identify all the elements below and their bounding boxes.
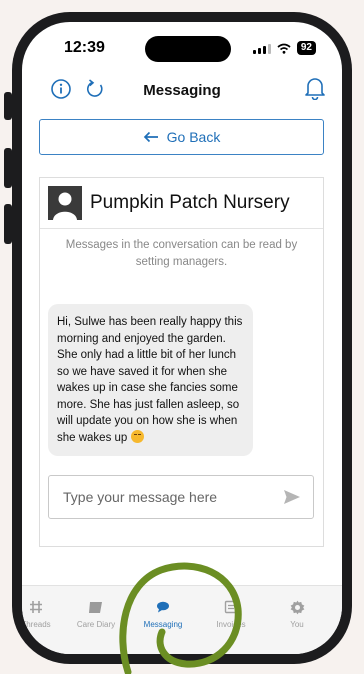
message-bubble: Hi, Sulwe has been really happy this mor… <box>48 304 253 456</box>
read-notice: Messages in the conversation can be read… <box>65 239 298 268</box>
message-composer <box>48 475 314 519</box>
status-time: 12:39 <box>64 39 105 56</box>
phone-side-button <box>4 92 12 120</box>
message-text: Hi, Sulwe has been really happy this mor… <box>57 316 243 444</box>
avatar <box>48 186 82 220</box>
page-title: Messaging <box>143 82 221 99</box>
conversation-card: Pumpkin Patch Nursery Messages in the co… <box>39 177 324 547</box>
phone-side-button <box>4 148 12 188</box>
status-icons: 92 <box>252 41 316 55</box>
arrow-left-icon <box>143 131 158 143</box>
conversation-name: Pumpkin Patch Nursery <box>90 192 290 213</box>
phone-side-button <box>4 204 12 244</box>
tab-label: Threads <box>22 620 51 629</box>
message-input[interactable] <box>61 488 265 506</box>
relieved-face-emoji <box>130 429 144 443</box>
go-back-button[interactable]: Go Back <box>39 119 324 155</box>
status-bar: 12:39 92 <box>22 22 342 72</box>
signal-icon <box>252 43 271 54</box>
settings-gear-icon <box>290 600 304 614</box>
wifi-icon <box>277 43 291 54</box>
highlight-circle-annotation <box>119 562 242 674</box>
tab-you[interactable]: You <box>265 598 329 629</box>
go-back-label: Go Back <box>166 129 221 145</box>
battery-level: 92 <box>296 41 316 55</box>
tab-label: Care Diary <box>76 620 116 629</box>
care-diary-icon <box>89 602 102 613</box>
tab-label: You <box>290 620 304 629</box>
tab-threads[interactable]: Threads <box>22 598 68 629</box>
app-header: Messaging <box>22 74 342 110</box>
dynamic-island <box>145 36 231 62</box>
notification-bell-icon[interactable] <box>304 76 326 100</box>
send-icon[interactable] <box>283 489 301 505</box>
threads-icon <box>30 601 42 613</box>
conversation-header: Pumpkin Patch Nursery <box>40 178 323 229</box>
person-silhouette-icon <box>48 186 82 220</box>
